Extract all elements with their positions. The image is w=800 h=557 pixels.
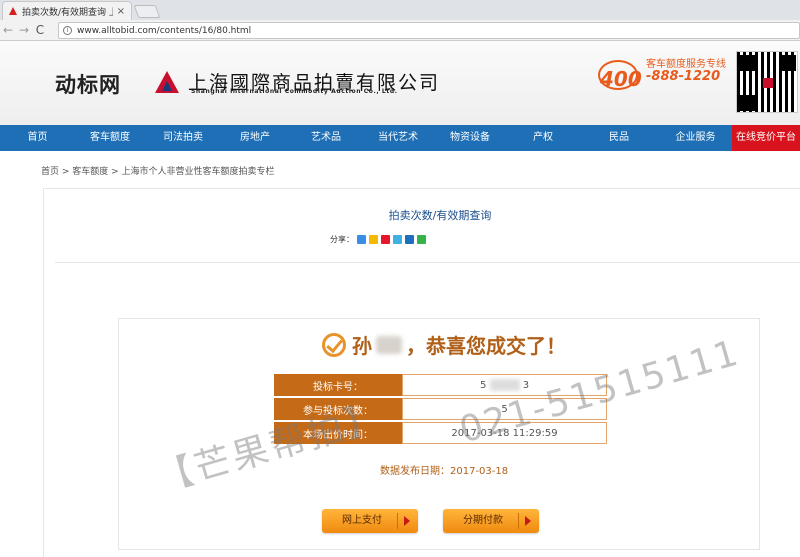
nav-item-home[interactable]: 首页 [0, 125, 75, 151]
congrats-text: ，恭喜您成交了！ [406, 334, 566, 358]
hotline-prefix: 400 [600, 67, 642, 91]
nav-item-consumer-goods[interactable]: 民品 [579, 125, 659, 151]
tab-title: 拍卖次数/有效期查询 上 [22, 7, 113, 18]
site-favicon-icon [9, 7, 17, 15]
nav-item-live-bidding[interactable]: 在线竞价平台 [732, 125, 800, 151]
share-plus-icon[interactable] [357, 235, 366, 244]
bid-card-label: 投标卡号： [274, 374, 402, 396]
publish-date-label: 数据发布日期： [380, 466, 450, 477]
nav-item-car-quota[interactable]: 客车额度 [75, 125, 145, 151]
bid-card-prefix: 5 [479, 380, 487, 391]
share-bar: 分享： [330, 234, 426, 245]
hotline-number: -888-1220 [646, 69, 721, 84]
new-tab-button[interactable] [133, 5, 161, 18]
reload-icon[interactable]: C [32, 23, 48, 37]
browser-tab-bar: 拍卖次数/有效期查询 上 × [0, 0, 800, 20]
congrats-heading: 孙 ，恭喜您成交了！ [322, 330, 566, 359]
publish-date: 数据发布日期：2017-03-18 [380, 462, 508, 477]
pay-online-button[interactable]: 网上支付 [322, 509, 418, 533]
site-logo[interactable]: 动标网 [55, 69, 121, 99]
hotline: 400 客车额度服务专线 -888-1220 [598, 55, 730, 95]
nav-item-judicial[interactable]: 司法拍卖 [145, 125, 221, 151]
publish-date-value: 2017-03-18 [450, 466, 509, 477]
nav-item-contemporary-art[interactable]: 当代艺术 [363, 125, 433, 151]
url-text: www.alltobid.com/contents/16/80.html [77, 25, 252, 36]
divider [55, 262, 800, 263]
nav-item-enterprise[interactable]: 企业服务 [659, 125, 732, 151]
nav-item-property-rights[interactable]: 产权 [507, 125, 579, 151]
redacted-name [376, 335, 402, 354]
tencent-weibo-icon[interactable] [393, 235, 402, 244]
info-icon[interactable]: i [63, 26, 72, 35]
company-logo-icon-inner [162, 81, 172, 91]
tab-close-icon[interactable]: × [117, 6, 125, 17]
browser-tab[interactable]: 拍卖次数/有效期查询 上 × [2, 1, 132, 20]
bid-card-suffix: 3 [522, 380, 530, 391]
nav-item-real-estate[interactable]: 房地产 [221, 125, 289, 151]
share-label: 分享： [330, 235, 354, 244]
renren-icon[interactable] [405, 235, 414, 244]
weibo-icon[interactable] [381, 235, 390, 244]
nav-item-equipment[interactable]: 物资设备 [433, 125, 507, 151]
breadcrumb[interactable]: 首页 > 客车额度 > 上海市个人非营业性客车额度拍卖专栏 [41, 164, 275, 177]
winner-surname: 孙 [352, 334, 372, 358]
site-header: 动标网 上海國際商品拍賣有限公司 Shanghai International … [0, 41, 800, 125]
url-input[interactable]: i www.alltobid.com/contents/16/80.html [58, 22, 800, 39]
main-nav: 首页 客车额度 司法拍卖 房地产 艺术品 当代艺术 物资设备 产权 民品 企业服… [0, 125, 800, 151]
qr-code-icon [736, 51, 798, 113]
page-title: 拍卖次数/有效期查询 [388, 209, 492, 222]
wechat-icon[interactable] [417, 235, 426, 244]
address-bar: ← → C i www.alltobid.com/contents/16/80.… [0, 20, 800, 41]
back-icon[interactable]: ← [0, 23, 16, 37]
hotline-label: 客车额度服务专线 [646, 59, 726, 70]
installment-button[interactable]: 分期付款 [443, 509, 539, 533]
nav-item-art[interactable]: 艺术品 [289, 125, 363, 151]
forward-icon[interactable]: → [16, 23, 32, 37]
check-circle-icon [322, 332, 346, 357]
redacted-card-number [489, 379, 520, 391]
company-name-en: Shanghai International Commodity Auction… [191, 88, 398, 95]
qzone-icon[interactable] [369, 235, 378, 244]
